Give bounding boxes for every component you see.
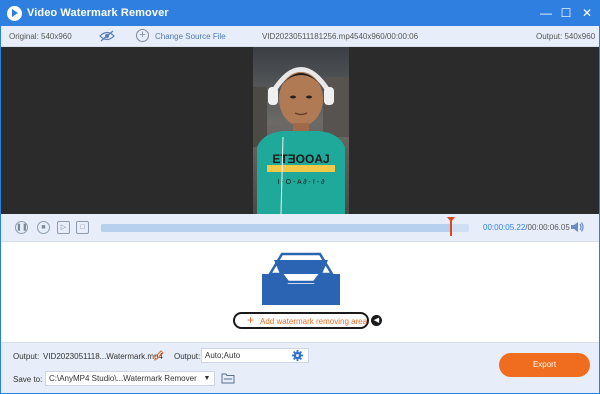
file-meta: 540x960/00:00:06 (354, 32, 419, 41)
output-format-label: Output: (174, 352, 201, 361)
output-label: Output: (13, 352, 40, 361)
timeline-track[interactable] (101, 224, 469, 232)
output-resolution: Output: 540x960 (536, 32, 596, 41)
plus-icon: + (247, 313, 255, 327)
total-time: 00:00:06.05 (527, 223, 570, 232)
svg-text:I - O - A ∂ - I - ∂: I - O - A ∂ - I - ∂ (278, 179, 326, 186)
eye-hidden-icon[interactable] (99, 30, 115, 42)
add-source-icon[interactable]: + (136, 29, 149, 42)
snapshot-icon[interactable]: □ (76, 221, 89, 234)
arrow-left-icon: ◀ (371, 315, 382, 326)
maximize-button[interactable]: ☐ (557, 4, 575, 22)
time-display: 00:00:05.22/00:00:06.05 (483, 223, 570, 232)
volume-icon[interactable] (570, 221, 584, 233)
save-to-label: Save to: (13, 375, 43, 384)
settings-gear-icon[interactable] (292, 350, 303, 361)
export-button[interactable]: Export (499, 353, 590, 377)
current-time: 00:00:05.22 (483, 223, 526, 232)
minimize-button[interactable]: — (537, 4, 555, 22)
app-logo-icon (7, 6, 22, 21)
file-name: VID20230511181256.mp4 (262, 32, 355, 41)
playhead-handle[interactable] (446, 217, 455, 236)
add-watermark-area-button[interactable]: + Add watermark removing area (233, 312, 369, 329)
add-area-label: Add watermark removing area (260, 317, 368, 326)
app-window: Video Watermark Remover — ☐ ✕ Original: … (0, 0, 600, 394)
close-button[interactable]: ✕ (578, 4, 596, 22)
stop-icon[interactable]: ■ (37, 221, 50, 234)
folder-icon[interactable] (221, 372, 235, 384)
chevron-down-icon[interactable]: ▼ (200, 372, 214, 385)
info-bar: Original: 540x960 + Change Source File V… (1, 26, 599, 47)
edit-pencil-icon[interactable] (154, 350, 164, 360)
app-title: Video Watermark Remover (27, 7, 169, 19)
output-file-name: VID2023051118...Watermark.mp4 (43, 352, 163, 361)
video-frame-image: ETƎOOAJ I - O - A ∂ - I - ∂ (253, 47, 349, 214)
svg-text:ETƎOOAJ: ETƎOOAJ (272, 152, 329, 166)
title-bar: Video Watermark Remover — ☐ ✕ (1, 1, 599, 26)
original-resolution: Original: 540x960 (9, 32, 72, 41)
next-frame-icon[interactable]: ▷ (57, 221, 70, 234)
save-path-field[interactable]: C:\AnyMP4 Studio\...Watermark Remover (45, 371, 215, 386)
timeline-progress (101, 224, 451, 232)
inbox-tray-icon (262, 252, 340, 305)
video-preview: ETƎOOAJ I - O - A ∂ - I - ∂ (1, 47, 599, 214)
change-source-button[interactable]: Change Source File (155, 32, 226, 41)
pause-icon[interactable]: ❚❚ (15, 221, 28, 234)
